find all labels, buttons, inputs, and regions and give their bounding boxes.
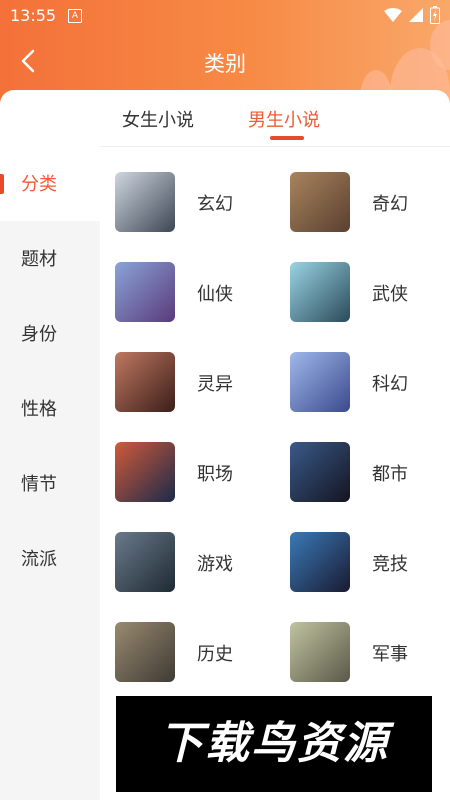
sidebar: 分类 题材 身份 性格 情节 流派 xyxy=(0,146,100,800)
category-item[interactable]: 奇幻 xyxy=(290,172,450,236)
category-thumbnail xyxy=(115,532,175,592)
category-thumbnail xyxy=(115,442,175,502)
battery-icon xyxy=(430,6,440,24)
app-header: 类别 xyxy=(0,30,450,94)
category-item[interactable]: 军事 xyxy=(290,622,450,686)
category-label: 都市 xyxy=(372,464,408,485)
category-thumbnail xyxy=(290,172,350,232)
category-thumbnail xyxy=(115,262,175,322)
category-label: 游戏 xyxy=(197,554,233,575)
sidebar-item-label: 情节 xyxy=(21,474,57,495)
category-label: 武侠 xyxy=(372,284,408,305)
category-item[interactable]: 历史 xyxy=(115,622,285,686)
category-item[interactable]: 都市 xyxy=(290,442,450,506)
category-label: 科幻 xyxy=(372,374,408,395)
category-thumbnail xyxy=(290,352,350,412)
category-item[interactable]: 游戏 xyxy=(115,532,285,596)
sidebar-item-label: 分类 xyxy=(21,174,57,195)
sidebar-item-identity[interactable]: 身份 xyxy=(0,296,100,371)
page-title: 类别 xyxy=(204,52,246,76)
category-item[interactable]: 职场 xyxy=(115,442,285,506)
sidebar-item-personality[interactable]: 性格 xyxy=(0,371,100,446)
category-thumbnail xyxy=(115,172,175,232)
category-item[interactable]: 仙侠 xyxy=(115,262,285,326)
category-item[interactable]: 武侠 xyxy=(290,262,450,326)
status-bar: 13:55 A xyxy=(0,0,450,30)
signal-icon xyxy=(409,8,423,22)
sidebar-item-theme[interactable]: 题材 xyxy=(0,221,100,296)
category-thumbnail xyxy=(290,532,350,592)
wifi-icon xyxy=(384,8,402,22)
sidebar-item-label: 身份 xyxy=(21,324,57,345)
category-item[interactable]: 科幻 xyxy=(290,352,450,416)
category-thumbnail xyxy=(290,622,350,682)
category-label: 灵异 xyxy=(197,374,233,395)
content-card: 女生小说 男生小说 分类 题材 身份 性格 情节 流派 玄幻 奇幻 仙侠 武侠 … xyxy=(0,90,450,800)
category-item[interactable]: 竞技 xyxy=(290,532,450,596)
category-item[interactable]: 玄幻 xyxy=(115,172,285,236)
active-indicator xyxy=(0,174,4,194)
category-label: 仙侠 xyxy=(197,284,233,305)
sidebar-item-label: 题材 xyxy=(21,249,57,270)
category-thumbnail xyxy=(115,622,175,682)
notification-icon: A xyxy=(68,9,82,23)
category-label: 职场 xyxy=(197,464,233,485)
sidebar-item-label: 性格 xyxy=(21,399,57,420)
gender-tabs: 女生小说 男生小说 xyxy=(0,90,450,147)
category-label: 玄幻 xyxy=(197,194,233,215)
tab-male-novels[interactable]: 男生小说 xyxy=(248,106,320,132)
system-icons xyxy=(384,6,440,24)
sidebar-item-genre[interactable]: 流派 xyxy=(0,521,100,596)
category-thumbnail xyxy=(290,262,350,322)
sidebar-item-category[interactable]: 分类 xyxy=(0,146,100,221)
tab-female-novels[interactable]: 女生小说 xyxy=(122,106,194,132)
category-label: 奇幻 xyxy=(372,194,408,215)
status-time: 13:55 xyxy=(10,6,57,25)
category-thumbnail xyxy=(290,442,350,502)
category-label: 历史 xyxy=(197,644,233,665)
sidebar-item-label: 流派 xyxy=(21,549,57,570)
category-item[interactable]: 灵异 xyxy=(115,352,285,416)
sidebar-item-plot[interactable]: 情节 xyxy=(0,446,100,521)
category-label: 军事 xyxy=(372,644,408,665)
category-label: 竞技 xyxy=(372,554,408,575)
active-tab-indicator xyxy=(270,136,304,140)
watermark-text: 下载鸟资源 xyxy=(159,718,389,769)
category-thumbnail xyxy=(115,352,175,412)
watermark-banner: 下载鸟资源 xyxy=(116,696,432,792)
